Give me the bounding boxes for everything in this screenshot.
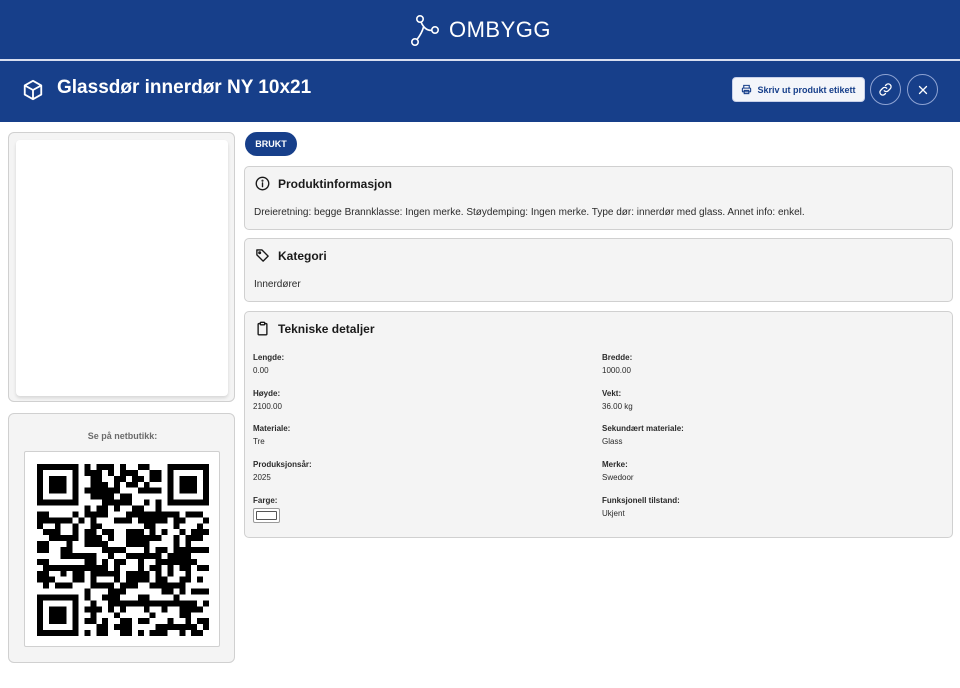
product-title-bar: Glassdør innerdør NY 10x21 Skriv ut prod…: [0, 61, 960, 122]
spec-height: Høyde: 2100.00: [253, 389, 282, 411]
qr-card: Se på netbutikk:: [8, 413, 235, 663]
spec-weight: Vekt: 36.00 kg: [602, 389, 633, 411]
qr-code[interactable]: [24, 451, 220, 647]
print-label-button[interactable]: Skriv ut produkt etikett: [732, 77, 865, 102]
molecule-logo-icon: [410, 14, 439, 46]
box-icon: [23, 79, 43, 101]
qr-code-image: [37, 464, 209, 636]
condition-badge: BRUKT: [245, 132, 297, 156]
category-value: Innerdører: [254, 279, 301, 290]
technical-panel: Tekniske detaljer Lengde: 0.00 Høyde: 21…: [244, 311, 953, 538]
product-info-text: Dreieretning: begge Brannklasse: Ingen m…: [254, 207, 805, 218]
product-image-card: [8, 132, 235, 402]
clipboard-icon: [257, 321, 268, 336]
brand-bar: OMBYGG: [0, 0, 960, 59]
category-title: Kategori: [278, 248, 327, 263]
close-icon: [918, 85, 927, 94]
spec-functional-condition: Funksjonell tilstand: Ukjent: [602, 496, 680, 518]
copy-link-button[interactable]: [870, 74, 901, 105]
page-title: Glassdør innerdør NY 10x21: [57, 77, 312, 98]
close-button[interactable]: [907, 74, 938, 105]
brand-logo[interactable]: OMBYGG: [409, 13, 551, 47]
product-info-panel: Produktinformasjon Dreieretning: begge B…: [244, 166, 953, 230]
printer-icon: [742, 84, 752, 95]
link-icon: [879, 83, 892, 96]
tag-icon: [256, 249, 269, 262]
product-info-title: Produktinformasjon: [278, 176, 393, 191]
technical-title: Tekniske detaljer: [278, 321, 375, 336]
spec-material: Materiale: Tre: [253, 424, 291, 446]
category-panel: Kategori Innerdører: [244, 238, 953, 302]
product-image[interactable]: [16, 140, 228, 396]
info-icon: [255, 176, 270, 191]
brand-name: OMBYGG: [448, 16, 551, 42]
qr-label: Se på netbutikk:: [87, 431, 158, 441]
print-label-text: Skriv ut produkt etikett: [757, 84, 856, 95]
spec-color: Farge:: [253, 496, 280, 523]
color-swatch: [253, 508, 280, 523]
spec-secondary-material: Sekundært materiale: Glass: [602, 424, 684, 446]
spec-width: Bredde: 1000.00: [602, 353, 633, 375]
spec-production-year: Produksjonsår: 2025: [253, 460, 312, 482]
spec-brand: Merke: Swedoor: [602, 460, 634, 482]
spec-length: Lengde: 0.00: [253, 353, 285, 375]
